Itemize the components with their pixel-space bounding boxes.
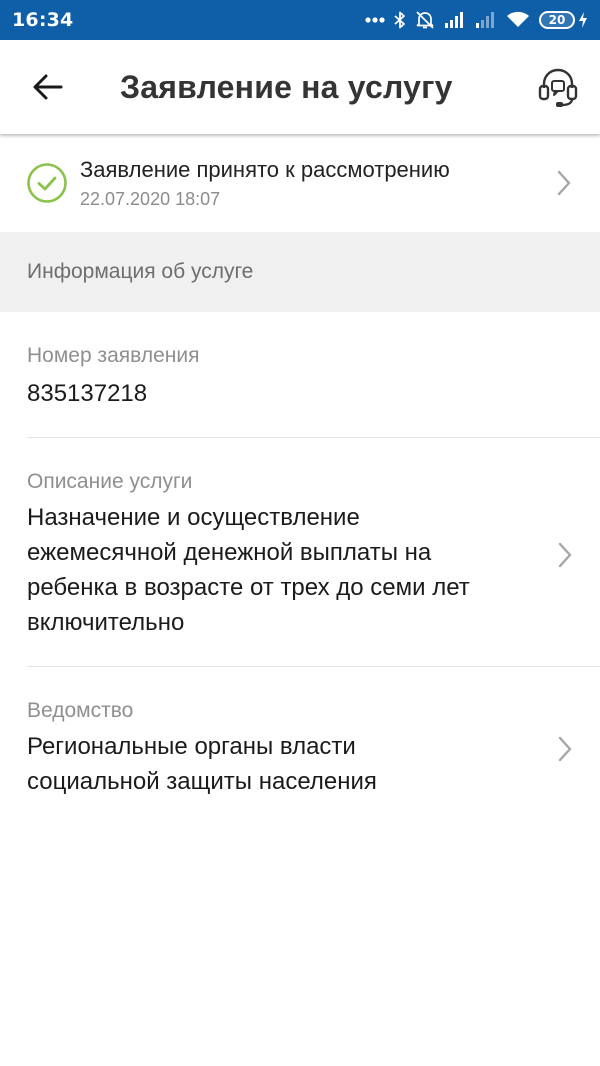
field-value-line: включительно: [27, 609, 185, 636]
field-label: Номер заявления: [27, 344, 200, 367]
field-value-line: ежемесячной денежной выплаты на: [27, 539, 432, 566]
field-value-line: социальной защиты населения: [27, 768, 377, 795]
chevron-right-icon: [557, 170, 571, 196]
chevron-right-icon: [558, 736, 572, 762]
signal-icon: [445, 12, 463, 28]
more-dots-icon: [365, 17, 385, 23]
page-title: Заявление на услугу: [120, 68, 453, 105]
service-description-field[interactable]: Описание услуги Назначение и осуществлен…: [0, 438, 600, 667]
headset-icon: [538, 68, 578, 107]
field-label: Описание услуги: [27, 470, 193, 493]
status-texts: Заявление принято к рассмотрению 22.07.2…: [80, 157, 554, 210]
charging-icon: [579, 12, 587, 28]
wifi-icon: [507, 11, 529, 27]
field-value: 835137218: [27, 376, 600, 411]
description-chevron: [530, 541, 600, 569]
field-value-line: 835137218: [27, 380, 148, 407]
application-number-field: Номер заявления 835137218: [0, 312, 600, 438]
battery-indicator: 20: [539, 11, 588, 29]
battery-level: 20: [548, 13, 566, 27]
bluetooth-icon: [394, 11, 405, 29]
department-field[interactable]: Ведомство Региональные органы власти соц…: [0, 667, 600, 823]
back-button[interactable]: [28, 67, 68, 107]
support-button[interactable]: [534, 63, 582, 111]
status-bar: 16:34 20: [0, 0, 600, 40]
application-status-row[interactable]: Заявление принято к рассмотрению 22.07.2…: [0, 134, 600, 232]
signal-weak-icon: [476, 12, 494, 28]
battery-icon: 20: [539, 11, 575, 29]
field-label: Ведомство: [27, 699, 134, 722]
status-chevron: [554, 168, 574, 198]
status-icons: 20: [365, 10, 588, 30]
department-chevron: [530, 735, 600, 763]
field-value-line: Региональные органы власти: [27, 733, 356, 760]
status-time: 16:34: [12, 9, 74, 31]
field-value-line: Назначение и осуществление: [27, 504, 360, 531]
bell-muted-icon: [416, 11, 434, 29]
chevron-right-icon: [558, 542, 572, 568]
app-bar: Заявление на услугу: [0, 40, 600, 134]
section-header: Информация об услуге: [0, 232, 600, 312]
field-value-line: ребенка в возрасте от трех до семи лет: [27, 574, 470, 601]
field-value: Назначение и осуществление ежемесячной д…: [27, 500, 530, 640]
check-circle-icon: [27, 163, 67, 203]
arrow-left-icon: [33, 74, 63, 100]
field-value: Региональные органы власти социальной за…: [27, 729, 530, 799]
status-date: 22.07.2020 18:07: [80, 188, 221, 209]
status-title: Заявление принято к рассмотрению: [80, 156, 450, 182]
